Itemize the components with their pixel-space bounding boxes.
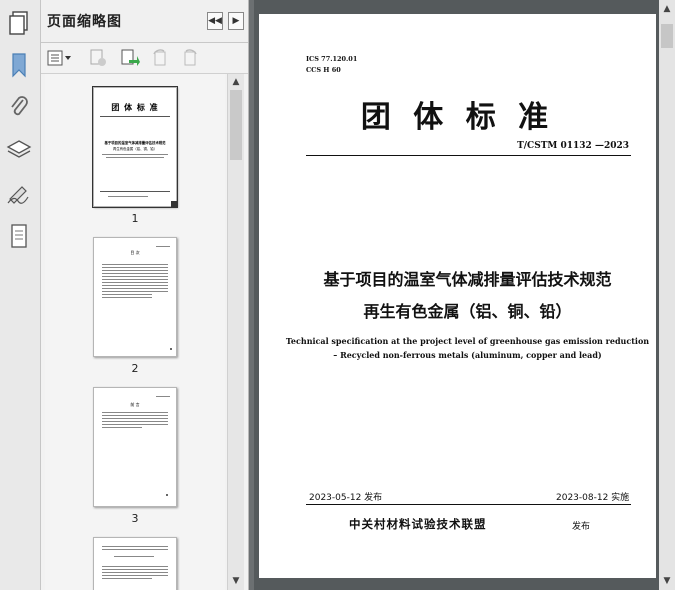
thumbnail-heading: 前 言 [94,402,176,408]
document-heading: 团 体 标 准 [259,92,656,136]
thumbnail-title: 基于项目的温室气体减排量评估技术规范 [94,140,176,145]
navigation-rail [0,0,41,590]
thumbnail-page-4[interactable] [93,537,177,590]
thumbnail-subtitle: 再生有色金属（铝、铜、铅） [94,146,176,151]
rotate-right-icon[interactable] [179,48,201,68]
signature-icon[interactable] [4,178,34,208]
thumbnail-label: 2 [45,362,225,375]
thumbnail-panel: 页面缩略图 ◀◀ ▶ 团 体 标 准 基于项目的温室气体减排量评估技术规范 再生… [41,0,249,590]
title-en-line2: – Recycled non-ferrous metals (aluminum,… [259,350,675,360]
collapse-left-icon[interactable]: ◀◀ [207,12,223,30]
implement-date: 2023-08-12 实施 [556,490,629,503]
title-cn-line1: 基于项目的温室气体减排量评估技术规范 [259,266,675,290]
title-en-line1: Technical specification at the project l… [259,336,675,346]
document-page: ICS 77.120.01 CCS H 60 团 体 标 准 T/CSTM 01… [259,14,656,578]
scroll-down-icon[interactable]: ▼ [228,574,244,588]
publisher: 中关村材料试验技术联盟 [349,516,487,532]
panel-title: 页面缩略图 [47,11,122,31]
header-rule [306,155,631,156]
panel-splitter[interactable] [249,0,254,590]
document-view: ICS 77.120.01 CCS H 60 团 体 标 准 T/CSTM 01… [249,0,675,590]
thumbnail-list: 团 体 标 准 基于项目的温室气体减排量评估技术规范 再生有色金属（铝、铜、铅）… [45,74,225,590]
scroll-up-icon[interactable]: ▲ [228,75,244,89]
footer-rule [306,504,631,505]
standard-code: T/CSTM 01132 —2023 [259,141,629,151]
thumbnail-heading: 团 体 标 准 [94,102,176,113]
delete-page-icon[interactable] [87,48,109,68]
rotate-left-icon[interactable] [149,48,171,68]
ics-code: ICS 77.120.01 [306,55,357,63]
thumbnail-label: 3 [45,512,225,525]
doc-scroll-down-icon[interactable]: ▼ [659,574,675,588]
panel-header: 页面缩略图 ◀◀ ▶ [41,0,248,43]
doc-scrollbar-thumb[interactable] [661,24,673,48]
thumbnail-scrollbar[interactable]: ▲ ▼ [227,74,244,590]
doc-scroll-up-icon[interactable]: ▲ [659,2,675,16]
extract-page-icon[interactable] [119,48,141,68]
attachment-icon[interactable] [4,92,34,122]
collapse-right-icon[interactable]: ▶ [228,12,244,30]
thumbnail-toolbar [41,43,248,74]
thumbnail-page-3[interactable]: 前 言 [93,387,177,507]
publish-word: 发布 [572,519,590,532]
release-date: 2023-05-12 发布 [309,490,382,503]
pages-icon[interactable] [4,8,34,38]
ccs-code: CCS H 60 [306,66,341,74]
layers-icon[interactable] [4,135,34,165]
title-cn-line2: 再生有色金属（铝、铜、铅） [259,298,675,322]
document-scrollbar[interactable]: ▲ ▼ [659,0,675,590]
document-icon[interactable] [4,221,34,251]
thumbnail-heading: 目 次 [94,250,176,256]
bookmark-icon[interactable] [4,50,34,80]
thumbnail-page-2[interactable]: 目 次 [93,237,177,357]
thumbnail-label: 1 [45,212,225,225]
scrollbar-thumb[interactable] [230,90,242,160]
thumbnail-page-1[interactable]: 团 体 标 准 基于项目的温室气体减排量评估技术规范 再生有色金属（铝、铜、铅） [93,87,177,207]
options-menu-icon[interactable] [47,48,73,68]
